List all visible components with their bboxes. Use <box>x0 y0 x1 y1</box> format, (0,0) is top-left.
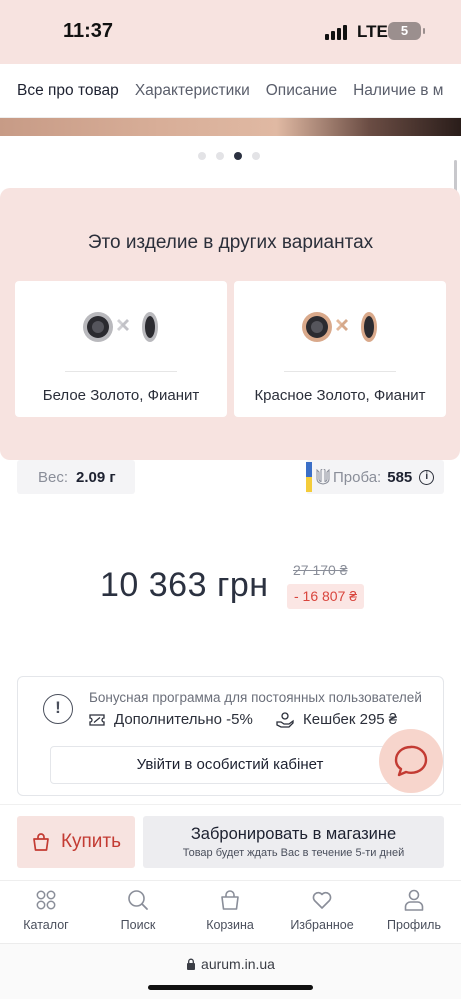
carousel-dot[interactable] <box>198 152 206 160</box>
catalog-grid-icon <box>36 890 56 910</box>
variants-title: Это изделие в других вариантах <box>87 232 374 253</box>
status-time: 11:37 <box>63 20 114 42</box>
signal-icon <box>325 24 349 40</box>
login-cabinet-button[interactable]: Увійти в особистий кабінет <box>50 746 410 784</box>
white-gold-earring-image <box>83 312 158 342</box>
nav-search[interactable]: Поиск <box>92 888 184 932</box>
lock-icon <box>187 958 196 970</box>
variant-divider <box>65 371 177 372</box>
url-text: aurum.in.ua <box>201 956 275 972</box>
network-type: LTE <box>357 22 388 41</box>
tab-characteristics[interactable]: Характеристики <box>135 82 250 100</box>
nav-favorites[interactable]: Избранное <box>276 888 368 932</box>
info-icon[interactable]: i <box>419 469 435 485</box>
bonus-cashback: Кешбек 295 ₴ <box>276 711 397 728</box>
weight-value: 2.09 г <box>76 468 116 486</box>
nav-label: Корзина <box>206 918 254 932</box>
chat-button[interactable] <box>379 729 443 793</box>
probe-value: 585 <box>387 468 413 486</box>
carousel-dot[interactable] <box>216 152 224 160</box>
reserve-title: Забронировать в магазине <box>190 825 397 843</box>
nav-label: Профиль <box>387 918 441 932</box>
variant-card-red-gold[interactable]: Красное Золото, Фианит <box>234 281 446 417</box>
probe-label: Проба: <box>333 468 382 486</box>
old-price: 27 170 ₴ <box>293 562 348 578</box>
variant-divider <box>284 371 396 372</box>
chat-bubble-icon <box>394 745 428 777</box>
battery-icon: 5 <box>388 22 425 40</box>
variant-label: Красное Золото, Фианит <box>254 387 426 404</box>
nav-label: Каталог <box>23 918 69 932</box>
exclamation-icon: ! <box>43 694 73 724</box>
bonus-cashback-text: Кешбек 295 ₴ <box>303 711 398 728</box>
shopping-bag-icon <box>33 833 49 851</box>
nav-catalog[interactable]: Каталог <box>0 888 92 932</box>
nav-cart[interactable]: Корзина <box>184 888 276 932</box>
ukraine-flag-icon <box>306 462 312 492</box>
heart-icon <box>312 891 332 909</box>
weight-badge: Вес: 2.09 г <box>17 460 135 494</box>
bonus-title: Бонусная программа для постоянных пользо… <box>89 690 422 705</box>
search-icon <box>128 890 148 910</box>
nav-profile[interactable]: Профиль <box>368 888 460 932</box>
home-indicator[interactable] <box>148 985 313 990</box>
cashback-hand-icon <box>276 711 294 728</box>
tab-description[interactable]: Описание <box>266 82 337 100</box>
user-icon <box>404 889 424 911</box>
nav-label: Поиск <box>120 918 156 932</box>
buy-button-label: Купить <box>60 831 122 852</box>
trident-icon <box>316 469 330 485</box>
discount-badge: - 16 807 ₴ <box>287 584 365 609</box>
current-price: 10 363 грн <box>100 566 269 604</box>
bonus-extra-text: Дополнительно -5% <box>114 711 253 728</box>
product-photo[interactable] <box>0 118 461 136</box>
weight-label: Вес: <box>38 468 69 486</box>
cart-bag-icon <box>221 890 239 910</box>
coupon-icon <box>89 713 105 726</box>
probe-badge: Проба: 585 i <box>306 460 444 494</box>
variant-card-white-gold[interactable]: Белое Золото, Фианит <box>15 281 227 417</box>
url-display[interactable]: aurum.in.ua <box>0 956 461 972</box>
carousel-dots <box>198 152 260 160</box>
product-tabs: Все про товар Характеристики Описание На… <box>0 64 461 118</box>
reserve-in-store-button[interactable]: Забронировать в магазине Товар будет жда… <box>143 816 444 868</box>
variant-label: Белое Золото, Фианит <box>42 387 200 404</box>
buy-button[interactable]: Купить <box>17 816 135 868</box>
tab-availability[interactable]: Наличие в м <box>353 82 443 100</box>
bonus-extra: Дополнительно -5% <box>89 711 253 728</box>
carousel-dot-active[interactable] <box>234 152 242 160</box>
tab-all-about-product[interactable]: Все про товар <box>17 82 119 100</box>
nav-label: Избранное <box>290 918 354 932</box>
carousel-dot[interactable] <box>252 152 260 160</box>
reserve-note: Товар будет ждать Вас в течение 5-ти дне… <box>182 847 405 859</box>
red-gold-earring-image <box>302 312 377 342</box>
